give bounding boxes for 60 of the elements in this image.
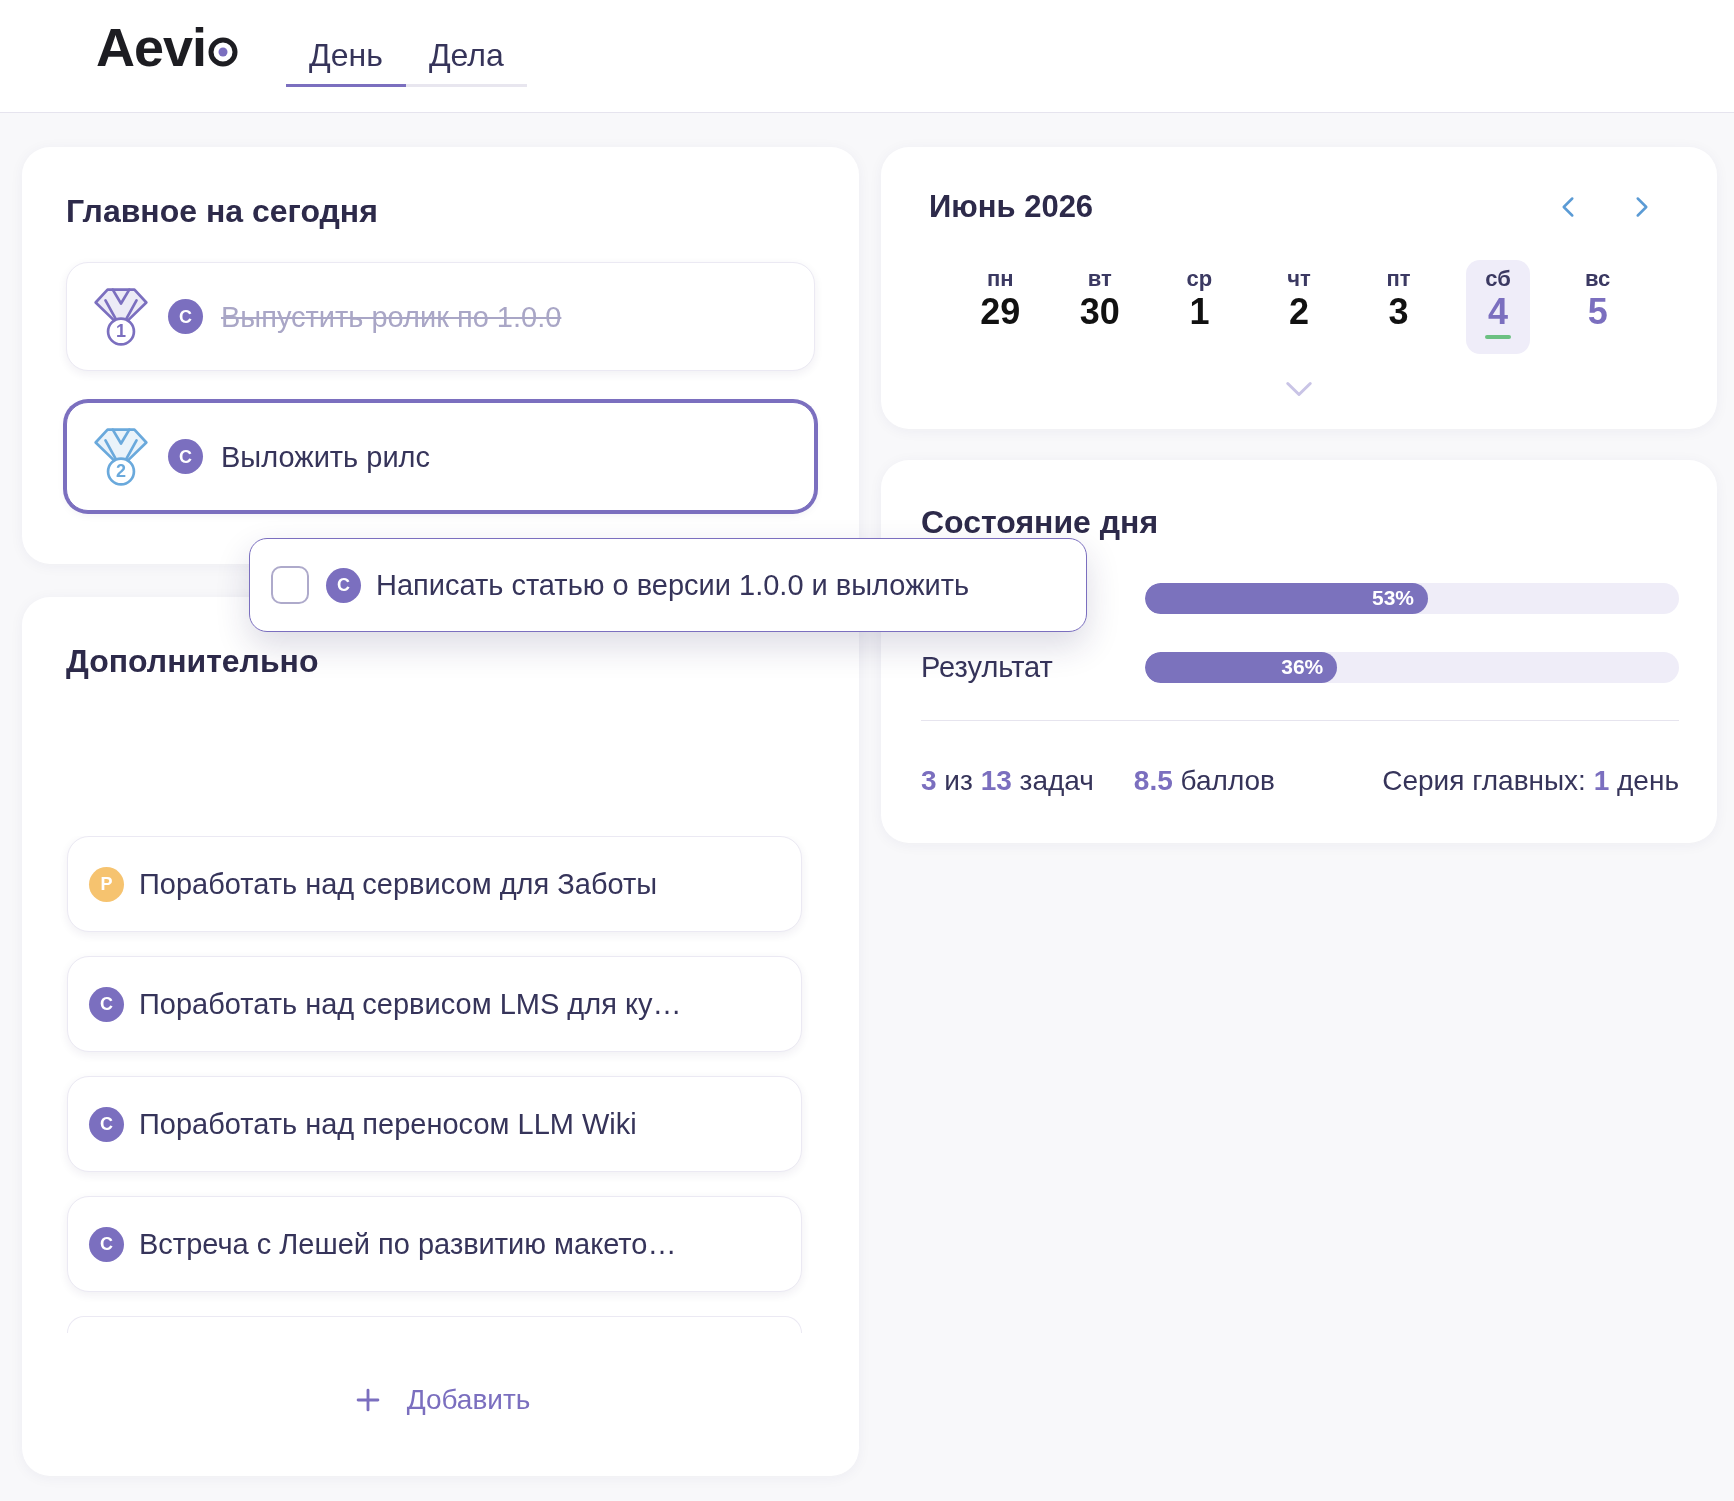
stat-text: Серия главных: 1 день xyxy=(1382,764,1679,798)
category-badge: С xyxy=(89,1106,124,1142)
chevron-down-icon[interactable] xyxy=(1284,380,1314,398)
task-title: Встреча с Лешей по развитию макето… xyxy=(139,1227,677,1262)
category-badge: С xyxy=(89,986,124,1022)
month-title: Июнь 2026 xyxy=(929,189,1094,225)
day-cell[interactable]: вс 5 xyxy=(1565,260,1630,354)
weekday-label: чт xyxy=(1287,266,1311,292)
task-title: Написать статью о версии 1.0.0 и выложить xyxy=(376,568,970,603)
weekday-label: сб xyxy=(1485,266,1511,292)
category-badge: С xyxy=(168,299,203,334)
date-number: 5 xyxy=(1587,292,1608,332)
weekday-label: ср xyxy=(1186,266,1213,292)
date-number: 4 xyxy=(1488,292,1509,332)
day-cell[interactable]: пн 29 xyxy=(968,260,1033,354)
category-badge: Р xyxy=(89,866,124,902)
section-title: Дополнительно xyxy=(66,643,320,679)
weekday-label: вс xyxy=(1585,266,1611,292)
date-number: 1 xyxy=(1189,292,1210,332)
day-cell[interactable]: сб 4 xyxy=(1466,260,1531,354)
task-card[interactable]: С Поработать над сервисом LMS для ку… xyxy=(67,956,802,1052)
category-badge: С xyxy=(89,1226,124,1262)
progress-value: 53% xyxy=(1372,586,1414,610)
add-button[interactable]: Добавить xyxy=(350,1378,531,1422)
date-number: 2 xyxy=(1288,292,1309,332)
logo-ring-icon xyxy=(208,37,239,67)
task-card[interactable]: 2 С Выложить рилс xyxy=(66,402,815,511)
progress-value: 36% xyxy=(1281,655,1324,679)
medal-rank: 2 xyxy=(115,459,127,483)
medal-rank: 1 xyxy=(115,319,127,343)
task-title: Выпустить ролик по 1.0.0 xyxy=(221,299,562,335)
weekday-label: вт xyxy=(1087,266,1112,292)
task-title: Поработать над сервисом LMS для ку… xyxy=(139,987,682,1022)
date-number: 30 xyxy=(1079,292,1120,332)
day-cell[interactable]: пт 3 xyxy=(1366,260,1431,354)
section-title: Главное на сегодня xyxy=(66,193,379,229)
date-number: 29 xyxy=(980,292,1021,332)
day-cell[interactable]: ср 1 xyxy=(1167,260,1232,354)
checkbox[interactable] xyxy=(271,566,309,604)
logo: Aevi xyxy=(96,20,207,74)
dragged-task-card[interactable]: С Написать статью о версии 1.0.0 и выложить xyxy=(249,538,1087,632)
category-badge: С xyxy=(168,439,203,474)
day-cell[interactable]: вт 30 xyxy=(1067,260,1132,354)
date-number: 3 xyxy=(1388,292,1409,332)
stat-text: 8.5 баллов xyxy=(1133,764,1275,798)
weekday-label: пт xyxy=(1386,266,1411,292)
task-card[interactable]: 1 С Выпустить ролик по 1.0.0 xyxy=(66,262,815,371)
tab[interactable]: Дела xyxy=(405,0,527,87)
task-card[interactable]: С Поработать над переносом LLM Wiki xyxy=(67,1076,802,1172)
weekday-label: пн xyxy=(987,266,1014,292)
progress-label: Результат xyxy=(921,651,1053,683)
task-title: Поработать над сервисом для Заботы xyxy=(139,867,658,902)
tab[interactable]: День xyxy=(286,0,406,87)
task-card[interactable]: С Встреча с Лешей по развитию макето… xyxy=(67,1196,802,1292)
category-badge: С xyxy=(326,567,361,603)
task-title: Поработать над переносом LLM Wiki xyxy=(139,1107,637,1142)
day-cell[interactable]: чт 2 xyxy=(1267,260,1331,354)
stat-text: 3 из 13 задач xyxy=(921,764,1094,798)
task-title: Выложить рилс xyxy=(221,439,431,475)
task-card[interactable]: Р Поработать над сервисом для Заботы xyxy=(67,836,802,932)
